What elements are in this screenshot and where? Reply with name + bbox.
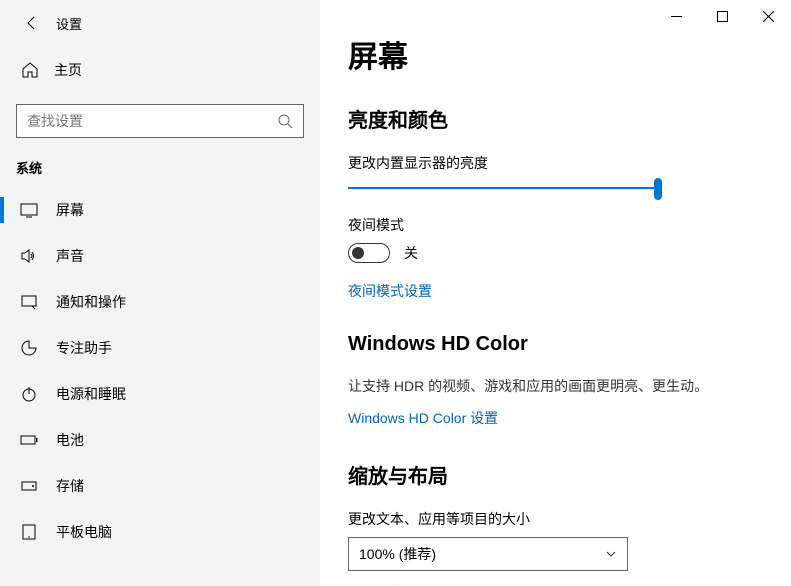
brightness-slider-label: 更改内置显示器的亮度 bbox=[348, 153, 763, 173]
minimize-button[interactable] bbox=[653, 0, 699, 32]
night-mode-toggle[interactable] bbox=[348, 243, 390, 263]
power-icon bbox=[18, 385, 40, 403]
hdcolor-settings-link[interactable]: Windows HD Color 设置 bbox=[348, 408, 498, 428]
storage-icon bbox=[18, 477, 40, 495]
nav-item-sound[interactable]: 声音 bbox=[0, 233, 320, 279]
back-button[interactable] bbox=[16, 7, 48, 39]
titlebar: 设置 bbox=[0, 0, 320, 46]
search-input[interactable] bbox=[27, 113, 277, 129]
sound-icon bbox=[18, 247, 40, 265]
nav-label: 专注助手 bbox=[56, 338, 112, 358]
settings-sidebar: 设置 主页 系统 屏幕 声音 通知和操作 专注助手 电源和睡眠 电池 存储 bbox=[0, 0, 320, 586]
nav-label: 声音 bbox=[56, 246, 84, 266]
nav-item-display[interactable]: 屏幕 bbox=[0, 187, 320, 233]
nav-label: 电池 bbox=[56, 430, 84, 450]
nav-item-focus[interactable]: 专注助手 bbox=[0, 325, 320, 371]
tablet-icon bbox=[18, 523, 40, 541]
nav-item-power[interactable]: 电源和睡眠 bbox=[0, 371, 320, 417]
content-area: 屏幕 亮度和颜色 更改内置显示器的亮度 夜间模式 关 夜间模式设置 Window… bbox=[320, 0, 791, 586]
slider-thumb[interactable] bbox=[654, 178, 662, 200]
nav-item-tablet[interactable]: 平板电脑 bbox=[0, 509, 320, 555]
chevron-down-icon bbox=[605, 548, 617, 560]
scale-field-label: 更改文本、应用等项目的大小 bbox=[348, 509, 763, 529]
home-icon bbox=[20, 61, 40, 79]
night-mode-label: 夜间模式 bbox=[348, 215, 763, 235]
window-title: 设置 bbox=[56, 14, 82, 33]
night-mode-state: 关 bbox=[404, 243, 418, 263]
maximize-button[interactable] bbox=[699, 0, 745, 32]
nav-item-notifications[interactable]: 通知和操作 bbox=[0, 279, 320, 325]
brightness-slider[interactable] bbox=[348, 187, 658, 189]
toggle-knob bbox=[352, 247, 364, 259]
hdcolor-section-title: Windows HD Color bbox=[348, 333, 763, 356]
brightness-section-title: 亮度和颜色 bbox=[348, 104, 763, 133]
night-mode-settings-link[interactable]: 夜间模式设置 bbox=[348, 281, 432, 301]
window-controls bbox=[653, 0, 791, 32]
scale-select[interactable]: 100% (推荐) bbox=[348, 537, 628, 571]
scale-section-title: 缩放与布局 bbox=[348, 460, 763, 489]
notifications-icon bbox=[18, 293, 40, 311]
nav-label: 通知和操作 bbox=[56, 292, 126, 312]
home-button[interactable]: 主页 bbox=[0, 50, 320, 90]
nav-label: 电源和睡眠 bbox=[56, 384, 126, 404]
focus-icon bbox=[18, 339, 40, 357]
nav-label: 屏幕 bbox=[56, 200, 84, 220]
close-icon bbox=[763, 11, 774, 22]
night-mode-toggle-row: 关 bbox=[348, 243, 763, 263]
page-title: 屏幕 bbox=[348, 32, 763, 76]
nav-label: 存储 bbox=[56, 476, 84, 496]
close-button[interactable] bbox=[745, 0, 791, 32]
display-icon bbox=[18, 201, 40, 219]
search-icon bbox=[277, 113, 293, 129]
home-label: 主页 bbox=[54, 60, 82, 80]
search-box[interactable] bbox=[16, 104, 304, 138]
nav-item-storage[interactable]: 存储 bbox=[0, 463, 320, 509]
battery-icon bbox=[18, 431, 40, 449]
scale-select-value: 100% (推荐) bbox=[359, 544, 436, 564]
arrow-left-icon bbox=[24, 15, 40, 31]
maximize-icon bbox=[717, 11, 728, 22]
nav-item-battery[interactable]: 电池 bbox=[0, 417, 320, 463]
minimize-icon bbox=[671, 11, 682, 22]
hdcolor-description: 让支持 HDR 的视频、游戏和应用的画面更明亮、更生动。 bbox=[348, 376, 763, 396]
nav-label: 平板电脑 bbox=[56, 522, 112, 542]
section-label: 系统 bbox=[0, 158, 320, 187]
